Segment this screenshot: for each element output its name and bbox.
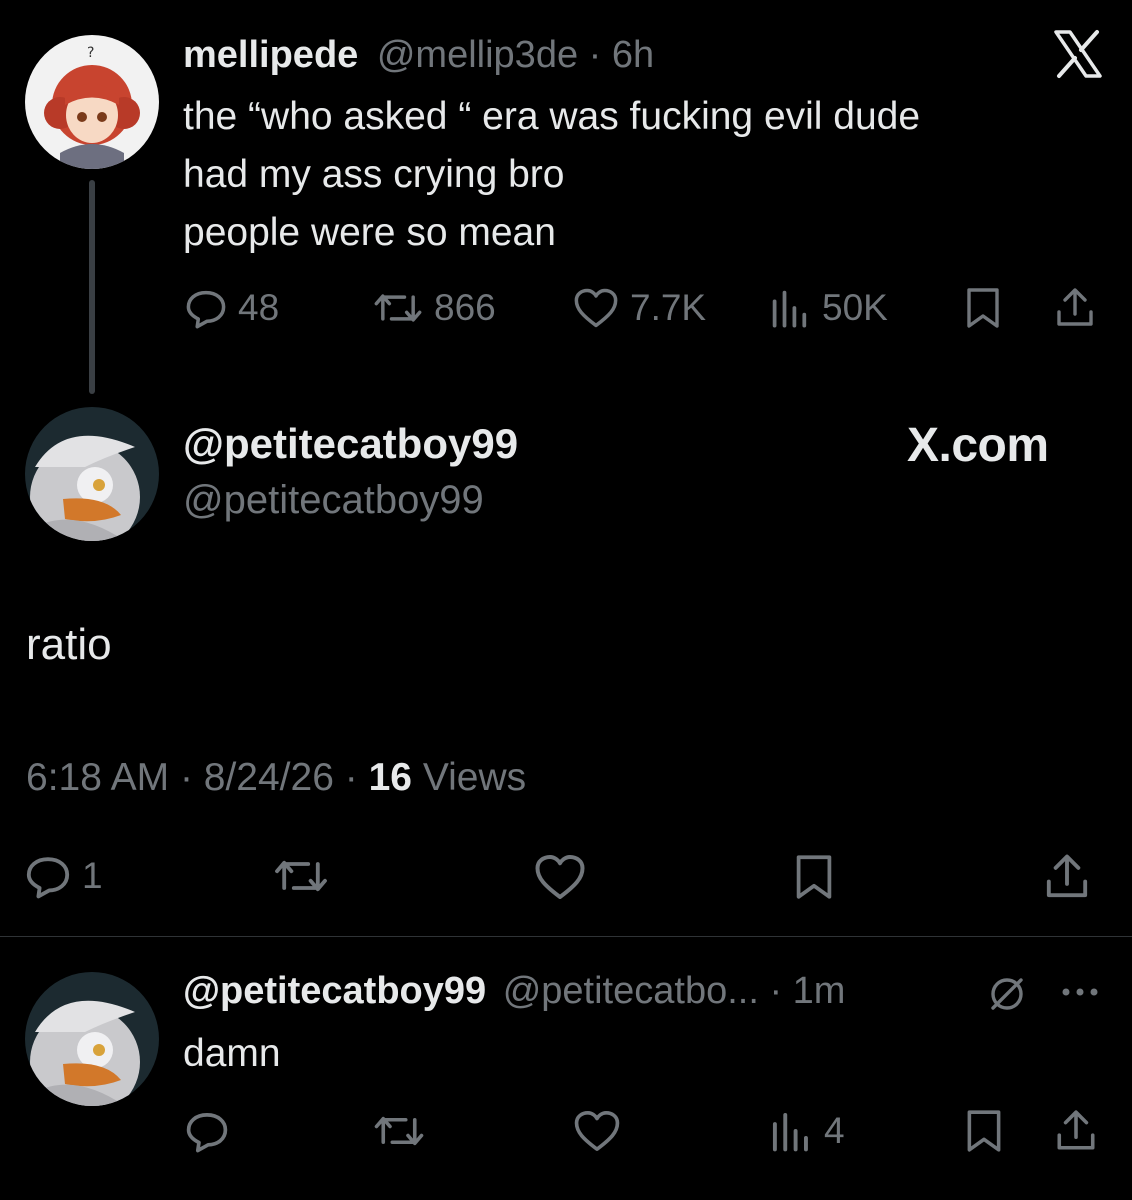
separator: · — [344, 756, 358, 799]
divider — [0, 936, 1132, 937]
share-icon — [1057, 288, 1093, 326]
bottom-reply-handle[interactable]: @petitecatbo... — [503, 970, 759, 1012]
views-icon — [772, 290, 807, 328]
repost-icon — [275, 860, 327, 892]
views-button[interactable]: 50K — [768, 286, 888, 330]
views-icon — [772, 1112, 808, 1152]
repost-button[interactable]: 866 — [372, 286, 496, 330]
handle[interactable]: @mellip3de — [377, 34, 578, 76]
bookmark-icon — [967, 288, 999, 328]
reply-card-time[interactable]: 6:18 AM — [26, 756, 169, 799]
reply-icon — [26, 857, 70, 899]
bookmark-icon — [967, 1110, 1001, 1152]
tweet-line: the “who asked “ era was fucking evil du… — [183, 95, 921, 138]
bottom-reply-views-count: 4 — [824, 1110, 845, 1151]
bottom-reply-body: damn — [183, 1032, 281, 1075]
x-com-logo: X.com — [907, 419, 1049, 472]
share-icon — [1057, 1110, 1095, 1150]
like-icon — [535, 855, 585, 899]
reply-card-views-count: 16 — [368, 756, 412, 799]
reply-card-reply-count: 1 — [82, 855, 103, 896]
bottom-reply-views-button[interactable]: 4 — [768, 1108, 845, 1154]
page: ? mellipede @mellip3de · 6h the “who ask… — [0, 0, 1132, 1200]
reply-card-repost-button[interactable] — [272, 852, 330, 900]
share-icon — [1046, 854, 1088, 898]
views-count: 50K — [822, 287, 888, 328]
separator: · — [179, 756, 193, 799]
separator: · — [769, 970, 783, 1012]
bookmark-icon — [796, 855, 832, 899]
bookmark-button[interactable] — [963, 286, 1003, 330]
separator: · — [588, 34, 602, 76]
tweet-header: mellipede @mellip3de · 6h — [183, 34, 654, 77]
reply-card-display-name[interactable]: @petitecatboy99 — [183, 420, 518, 468]
display-name[interactable]: mellipede — [183, 34, 358, 76]
like-icon — [574, 288, 618, 328]
bottom-reply-reply-button[interactable] — [184, 1108, 230, 1154]
reply-card-like-button[interactable] — [532, 852, 588, 902]
reply-card-body: ratio — [26, 620, 112, 669]
tweet-body: the “who asked “ era was fucking evil du… — [183, 88, 920, 262]
reply-card-reply-button[interactable]: 1 — [24, 852, 103, 900]
like-icon — [574, 1111, 620, 1151]
share-button[interactable] — [1053, 286, 1097, 330]
bottom-reply-like-button[interactable] — [572, 1108, 622, 1154]
bottom-reply-header: @petitecatboy99 @petitecatbo... · 1m — [183, 970, 845, 1013]
thread-line — [89, 180, 95, 394]
svg-text:?: ? — [87, 45, 94, 61]
reply-count: 48 — [238, 287, 280, 328]
reply-card-views-label[interactable]: Views — [423, 756, 526, 799]
petitecatboy-avatar-small[interactable] — [25, 972, 159, 1106]
reply-icon — [186, 290, 226, 329]
muted-circle-icon — [985, 972, 1029, 1016]
reply-card-share-button[interactable] — [1042, 852, 1092, 902]
reply-icon — [186, 1113, 228, 1153]
bottom-reply-bookmark-button[interactable] — [963, 1108, 1005, 1154]
bottom-reply-repost-button[interactable] — [372, 1108, 426, 1154]
like-button[interactable]: 7.7K — [572, 286, 706, 330]
petitecatboy-avatar[interactable] — [25, 407, 159, 541]
bottom-reply-timestamp[interactable]: 1m — [793, 970, 846, 1012]
timestamp[interactable]: 6h — [612, 34, 654, 76]
like-count: 7.7K — [630, 287, 707, 328]
x-logo-icon[interactable] — [1052, 28, 1104, 80]
reply-button[interactable]: 48 — [184, 286, 279, 330]
reply-card-handle[interactable]: @petitecatboy99 — [183, 478, 484, 523]
repost-icon — [374, 1116, 424, 1146]
bottom-reply-share-button[interactable] — [1053, 1108, 1099, 1154]
bottom-reply-display-name[interactable]: @petitecatboy99 — [183, 970, 486, 1012]
more-icon[interactable] — [1058, 982, 1102, 1002]
mellipede-avatar[interactable]: ? — [25, 35, 159, 169]
reply-card-meta: 6:18 AM · 8/24/26 · 16 Views — [26, 756, 526, 800]
repost-icon — [374, 294, 422, 322]
repost-count: 866 — [434, 287, 496, 328]
tweet-line: people were so mean — [183, 211, 556, 254]
tweet-line: had my ass crying bro — [183, 153, 565, 196]
reply-card-bookmark-button[interactable] — [792, 852, 836, 902]
reply-card-date[interactable]: 8/24/26 — [204, 756, 334, 799]
